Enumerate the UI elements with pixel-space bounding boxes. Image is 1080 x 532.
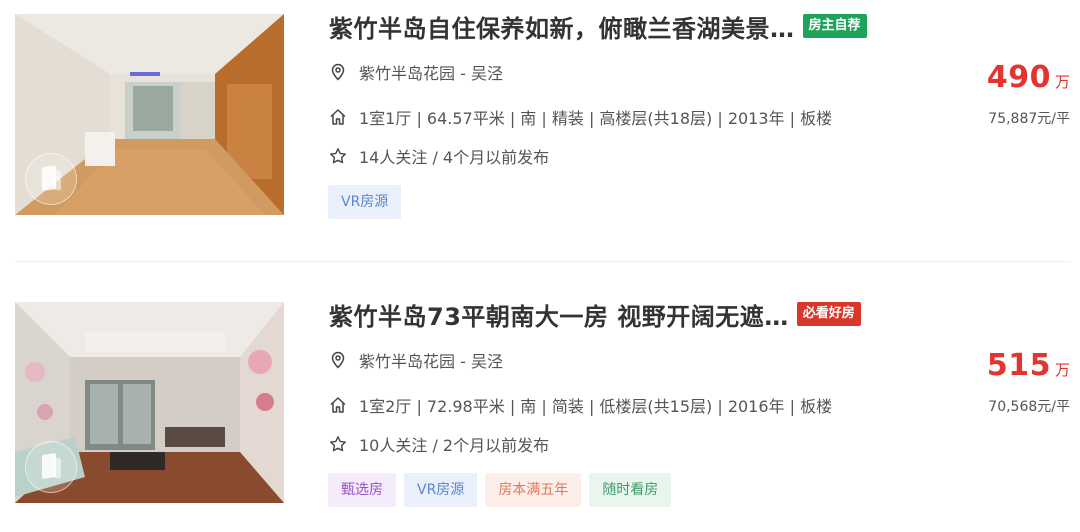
star-icon (329, 435, 347, 453)
must-see-badge: 必看好房 (796, 302, 861, 326)
total-price-value: 515 (986, 348, 1051, 383)
listing-item[interactable]: 紫竹半岛自住保养如新，俯瞰兰香湖美景… 房主自荐 紫竹半岛花园 - 吴泾 1室1… (0, 0, 1080, 240)
house-info-text: 1室2厅 | 72.98平米 | 南 | 简装 | 低楼层(共15层) | 20… (359, 397, 833, 416)
total-price: 515 万 (987, 348, 1070, 383)
vr-cube-icon (25, 153, 77, 205)
location-link[interactable]: 紫竹半岛花园 - 吴泾 (359, 60, 503, 84)
house-icon (329, 396, 347, 414)
total-price-value: 490 (986, 60, 1051, 95)
listing-divider (15, 261, 1070, 262)
location-link[interactable]: 紫竹半岛花园 - 吴泾 (359, 348, 503, 372)
total-price: 490 万 (987, 60, 1070, 95)
star-icon (329, 147, 347, 165)
house-icon (329, 108, 347, 126)
tag-vr: VR房源 (328, 185, 402, 219)
follow-info-text: 14人关注 / 4个月以前发布 (359, 148, 550, 167)
listing-title[interactable]: 紫竹半岛73平朝南大一房 视野开阔无遮… (329, 297, 789, 332)
house-info-row: 1室2厅 | 72.98平米 | 南 | 简装 | 低楼层(共15层) | 20… (329, 393, 832, 417)
listing-item[interactable]: 紫竹半岛73平朝南大一房 视野开阔无遮… 必看好房 紫竹半岛花园 - 吴泾 1室… (0, 288, 1080, 528)
tag-vr: VR房源 (404, 473, 478, 507)
house-info-row: 1室1厅 | 64.57平米 | 南 | 精装 | 高楼层(共18层) | 20… (329, 105, 832, 129)
location-row: 紫竹半岛花园 - 吴泾 (329, 60, 503, 84)
listing-title[interactable]: 紫竹半岛自住保养如新，俯瞰兰香湖美景… (329, 9, 795, 44)
tag-selected: 甄选房 (328, 473, 396, 507)
follow-info-row: 10人关注 / 2个月以前发布 (329, 432, 549, 456)
tag-anytime-viewing: 随时看房 (589, 473, 672, 507)
total-price-unit: 万 (1054, 73, 1070, 91)
listing-photo[interactable] (15, 14, 284, 215)
location-row: 紫竹半岛花园 - 吴泾 (329, 348, 503, 372)
map-pin-icon (329, 63, 347, 81)
owner-recommend-badge: 房主自荐 (802, 14, 867, 38)
vr-cube-icon (25, 441, 77, 493)
listing-photo[interactable] (15, 302, 284, 503)
house-info-text: 1室1厅 | 64.57平米 | 南 | 精装 | 高楼层(共18层) | 20… (359, 109, 833, 128)
follow-info-text: 10人关注 / 2个月以前发布 (359, 436, 550, 455)
map-pin-icon (329, 351, 347, 369)
unit-price: 75,887元/平 (988, 111, 1070, 127)
unit-price: 70,568元/平 (988, 399, 1070, 415)
listing-tags: 甄选房 VR房源 房本满五年 随时看房 (328, 473, 672, 507)
total-price-unit: 万 (1054, 361, 1070, 379)
listing-tags: VR房源 (328, 185, 402, 219)
tag-five-years: 房本满五年 (485, 473, 582, 507)
follow-info-row: 14人关注 / 4个月以前发布 (329, 144, 549, 168)
